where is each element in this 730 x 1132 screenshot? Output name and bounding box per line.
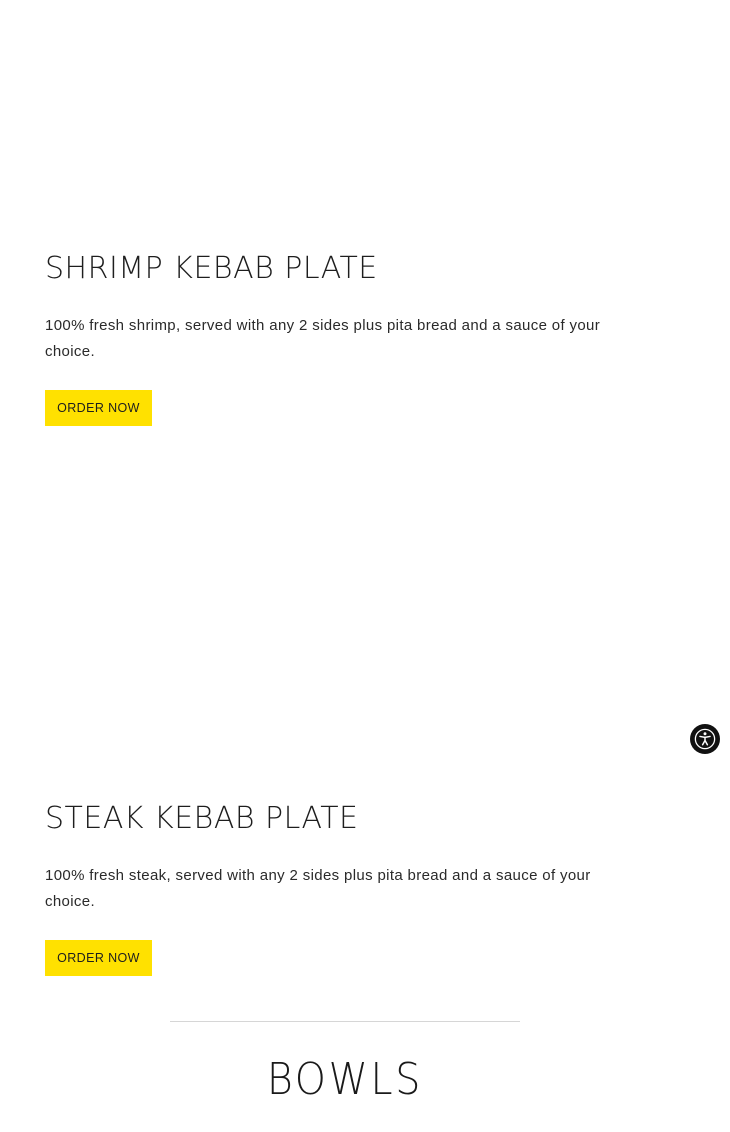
section-divider [170,1021,520,1022]
item-description: 100% fresh steak, served with any 2 side… [45,867,591,910]
section-title-bowls: BOWLS [266,1054,424,1105]
menu-item-shrimp-kebab-plate: SHRIMP KEBAB PLATE 100% fresh shrimp, se… [45,251,645,426]
item-title: SHRIMP KEBAB PLATE [45,251,378,286]
menu-item-steak-kebab-plate: STEAK KEBAB PLATE 100% fresh steak, serv… [45,801,645,976]
item-description: 100% fresh shrimp, served with any 2 sid… [45,317,601,360]
accessibility-icon [694,728,716,750]
accessibility-button[interactable] [690,724,720,754]
order-now-button[interactable]: ORDER NOW [45,940,152,976]
order-now-button[interactable]: ORDER NOW [45,390,152,426]
item-title: STEAK KEBAB PLATE [45,801,359,836]
